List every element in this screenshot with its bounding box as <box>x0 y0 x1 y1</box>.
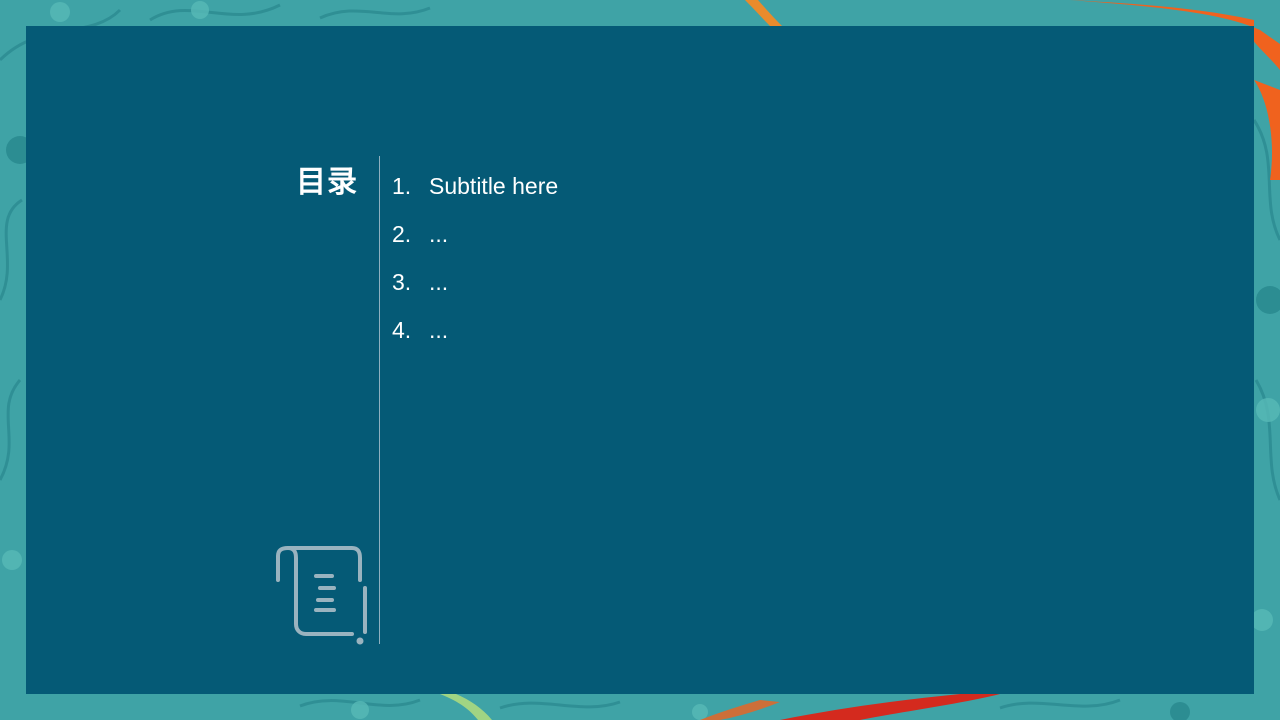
page-title: 目录 <box>296 165 358 200</box>
scroll-icon <box>276 546 367 645</box>
list-item: 1. Subtitle here <box>392 162 558 210</box>
item-number: 2. <box>392 220 412 247</box>
item-label: Subtitle here <box>429 172 559 199</box>
list-item: 3. ... <box>392 258 558 306</box>
item-label: ... <box>429 316 449 343</box>
item-number: 4. <box>392 316 412 343</box>
item-number: 1. <box>392 172 412 199</box>
item-number: 3. <box>392 268 412 295</box>
list-item: 2. ... <box>392 210 558 258</box>
item-label: ... <box>429 268 449 295</box>
item-label: ... <box>429 220 449 247</box>
list-item: 4. ... <box>392 306 558 354</box>
toc-list: 1. Subtitle here 2. ... 3. ... 4. ... <box>392 162 558 354</box>
content-panel <box>26 26 1254 694</box>
vertical-divider <box>379 156 380 644</box>
